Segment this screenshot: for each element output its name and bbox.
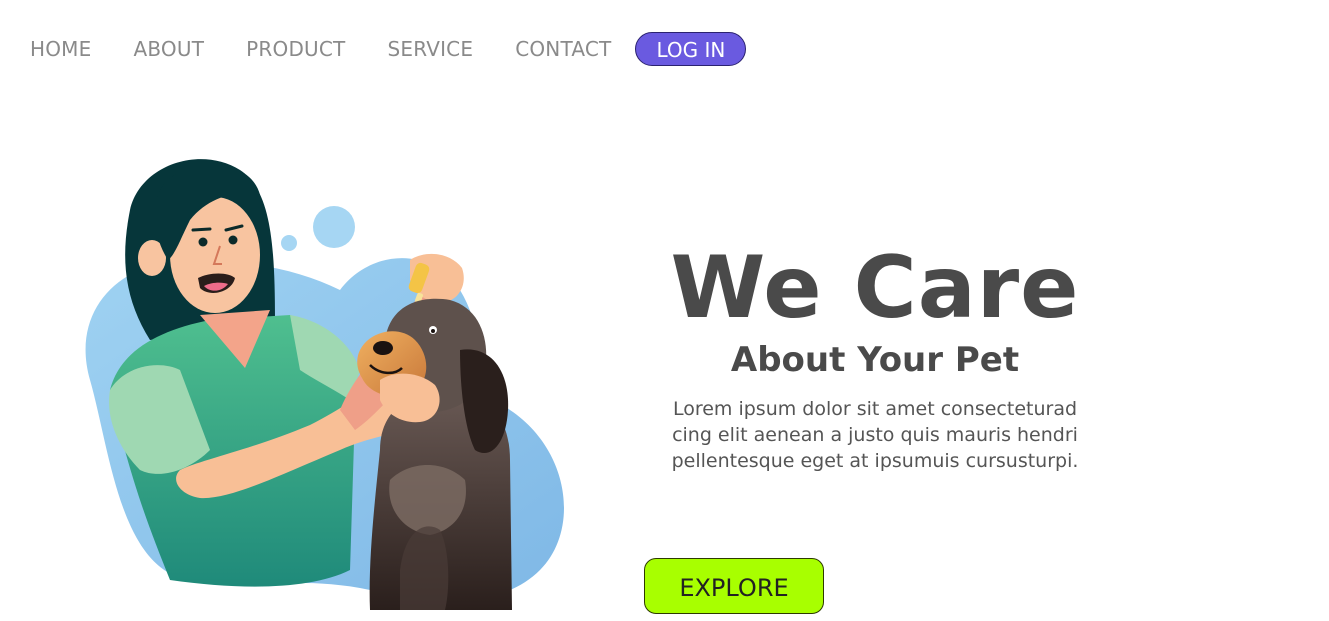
hero-body-line: Lorem ipsum dolor sit amet consecteturad xyxy=(672,398,1078,420)
woman-left-eye xyxy=(198,237,208,247)
nav-service-link[interactable]: SERVICE xyxy=(387,31,473,67)
woman-right-eye xyxy=(228,235,238,245)
main-nav: HOME ABOUT PRODUCT SERVICE CONTACT LOG I… xyxy=(30,31,747,67)
nav-about-link[interactable]: ABOUT xyxy=(133,31,204,67)
login-button[interactable]: LOG IN xyxy=(635,32,747,66)
hero-title: We Care xyxy=(670,238,1080,338)
hero-section: We Care About Your Pet Lorem ipsum dolor… xyxy=(640,240,1110,474)
dog-eye-pupil xyxy=(431,329,435,333)
nav-contact-link[interactable]: CONTACT xyxy=(515,31,611,67)
dog-nose xyxy=(373,341,393,355)
landing-page: HOME ABOUT PRODUCT SERVICE CONTACT LOG I… xyxy=(0,0,1329,621)
hero-body-line: pellentesque eget at ipsumuis cursusturp… xyxy=(671,450,1079,472)
explore-button[interactable]: EXPLORE xyxy=(644,558,824,614)
hero-subtitle: About Your Pet xyxy=(730,340,1020,380)
hero-body: Lorem ipsum dolor sit amet consecteturad… xyxy=(640,396,1110,474)
hero-body-line: cing elit aenean a justo quis mauris hen… xyxy=(672,424,1078,446)
vet-illustration xyxy=(50,150,580,615)
nav-home-link[interactable]: HOME xyxy=(30,31,91,67)
nav-product-link[interactable]: PRODUCT xyxy=(246,31,345,67)
vet-illustration-svg xyxy=(85,159,564,610)
bubble-large xyxy=(313,206,355,248)
woman-left-brow xyxy=(191,227,212,232)
bubble-small xyxy=(281,235,297,251)
